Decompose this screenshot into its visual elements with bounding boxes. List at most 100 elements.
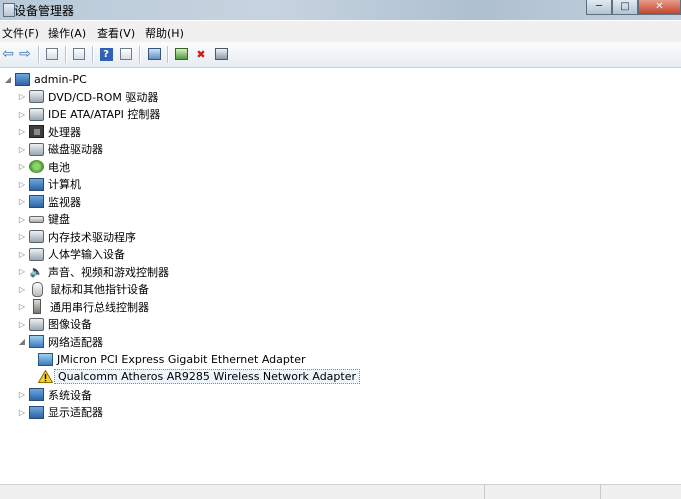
tree-item[interactable]: ▷ 键盘 bbox=[18, 211, 70, 228]
network-adapter-icon bbox=[29, 335, 44, 348]
tree-child-item-selected[interactable]: Qualcomm Atheros AR9285 Wireless Network… bbox=[38, 368, 360, 385]
tree-item[interactable]: ▷ 电池 bbox=[18, 158, 70, 175]
expand-toggle[interactable]: ▷ bbox=[18, 110, 26, 119]
battery-icon bbox=[29, 160, 44, 173]
expand-toggle[interactable]: ▷ bbox=[18, 267, 26, 276]
tree-item-label: 网络适配器 bbox=[48, 335, 103, 349]
title-bar: 设备管理器 ─ □ ✕ bbox=[0, 0, 681, 20]
status-bar bbox=[0, 484, 681, 499]
tree-item-label: DVD/CD-ROM 驱动器 bbox=[48, 90, 159, 104]
close-button[interactable]: ✕ bbox=[638, 0, 681, 15]
forward-button[interactable]: ⇨ bbox=[17, 46, 33, 62]
tree-item[interactable]: ▷ 系统设备 bbox=[18, 386, 92, 403]
tree-item-label: 键盘 bbox=[48, 213, 70, 226]
tree-item[interactable]: ▷ DVD/CD-ROM 驱动器 bbox=[18, 88, 158, 105]
update-driver-button[interactable] bbox=[173, 46, 189, 62]
menu-action[interactable]: 操作(A) bbox=[48, 25, 86, 41]
expand-toggle[interactable]: ▷ bbox=[18, 320, 26, 329]
tree-item[interactable]: ▷ 内存技术驱动程序 bbox=[18, 228, 136, 245]
ide-controller-icon bbox=[29, 107, 44, 121]
warning-icon bbox=[38, 370, 53, 383]
expand-toggle[interactable]: ▷ bbox=[18, 250, 26, 259]
processor-icon bbox=[29, 125, 44, 138]
toolbar-separator bbox=[38, 46, 40, 63]
tree-root-label: admin-PC bbox=[34, 73, 87, 86]
show-view-button[interactable] bbox=[118, 46, 134, 62]
monitor-icon bbox=[29, 195, 44, 208]
expand-toggle[interactable]: ▷ bbox=[18, 390, 26, 399]
disable-device-icon bbox=[214, 48, 228, 60]
scan-hardware-button[interactable] bbox=[146, 46, 162, 62]
keyboard-icon bbox=[29, 215, 44, 223]
maximize-button[interactable]: □ bbox=[612, 0, 638, 15]
window-controls: ─ □ ✕ bbox=[586, 0, 681, 16]
view-icon bbox=[120, 48, 132, 60]
computer-root-icon bbox=[15, 73, 30, 86]
expand-toggle[interactable]: ▷ bbox=[18, 302, 26, 311]
show-hide-console-tree-button[interactable] bbox=[44, 46, 60, 62]
tree-item[interactable]: ▷ 监视器 bbox=[18, 193, 81, 210]
expand-toggle[interactable]: ▷ bbox=[18, 285, 26, 294]
window-title: 设备管理器 bbox=[14, 4, 75, 18]
computer-icon bbox=[29, 177, 44, 191]
tree-item-label: 显示适配器 bbox=[48, 406, 103, 419]
tree-item[interactable]: ▷ 处理器 bbox=[18, 123, 81, 140]
toolbar-separator bbox=[139, 46, 141, 63]
toolbar-separator bbox=[65, 46, 67, 63]
menu-bar: 文件(F) 操作(A) 查看(V) 帮助(H) bbox=[0, 21, 681, 43]
tree-item[interactable]: ▷ 磁盘驱动器 bbox=[18, 141, 103, 158]
tree-item-label: JMicron PCI Express Gigabit Ethernet Ada… bbox=[57, 352, 306, 366]
tree-item[interactable]: ▷ 人体学输入设备 bbox=[18, 246, 125, 263]
expand-toggle[interactable]: ▷ bbox=[18, 180, 26, 189]
tree-child-item[interactable]: JMicron PCI Express Gigabit Ethernet Ada… bbox=[38, 351, 306, 368]
back-button[interactable]: ⇦ bbox=[0, 46, 16, 62]
expand-toggle[interactable]: ▷ bbox=[18, 215, 26, 224]
tree-item[interactable]: ▷ 图像设备 bbox=[18, 316, 92, 333]
expand-toggle[interactable]: ▷ bbox=[18, 145, 26, 154]
tree-item-label: Qualcomm Atheros AR9285 Wireless Network… bbox=[54, 369, 360, 384]
help-button[interactable]: ? bbox=[98, 46, 114, 62]
menu-view[interactable]: 查看(V) bbox=[97, 25, 135, 41]
device-tree: ◢ admin-PC ▷ DVD/CD-ROM 驱动器 ▷ IDE ATA/AT… bbox=[0, 68, 681, 484]
tree-item[interactable]: ▷ 计算机 bbox=[18, 176, 81, 193]
help-icon: ? bbox=[99, 47, 113, 61]
minimize-button[interactable]: ─ bbox=[586, 0, 612, 15]
toolbar-separator bbox=[167, 46, 169, 63]
menu-help[interactable]: 帮助(H) bbox=[145, 25, 184, 41]
expand-toggle[interactable]: ◢ bbox=[4, 75, 12, 84]
tree-item-label: 磁盘驱动器 bbox=[48, 143, 103, 156]
properties-button[interactable] bbox=[71, 46, 87, 62]
expand-toggle[interactable]: ▷ bbox=[18, 162, 26, 171]
usb-icon bbox=[33, 299, 41, 314]
system-device-icon bbox=[29, 388, 44, 401]
memory-technology-icon bbox=[29, 230, 44, 243]
tree-item-label: 声音、视频和游戏控制器 bbox=[48, 265, 169, 279]
disable-device-button[interactable] bbox=[213, 46, 229, 62]
expand-toggle[interactable]: ▷ bbox=[18, 408, 26, 417]
tree-item-label: 处理器 bbox=[48, 125, 81, 139]
tree-item[interactable]: ▷ 🔈 声音、视频和游戏控制器 bbox=[18, 263, 169, 280]
tree-item[interactable]: ▷ 鼠标和其他指针设备 bbox=[18, 281, 149, 298]
menu-file[interactable]: 文件(F) bbox=[2, 25, 39, 41]
expand-toggle[interactable]: ▷ bbox=[18, 232, 26, 241]
tree-item[interactable]: ◢ 网络适配器 bbox=[18, 333, 103, 350]
expand-toggle[interactable]: ▷ bbox=[18, 92, 26, 101]
tree-item[interactable]: ▷ 显示适配器 bbox=[18, 404, 103, 421]
tree-item[interactable]: ▷ IDE ATA/ATAPI 控制器 bbox=[18, 106, 160, 123]
properties-icon bbox=[73, 48, 85, 60]
tree-item[interactable]: ▷ 通用串行总线控制器 bbox=[18, 298, 149, 315]
scan-hardware-icon bbox=[147, 48, 161, 60]
tree-item-label: 通用串行总线控制器 bbox=[50, 300, 149, 314]
expand-toggle[interactable]: ◢ bbox=[18, 337, 26, 346]
toolbar: ⇦ ⇨ ? ✖ bbox=[0, 42, 681, 68]
tree-root[interactable]: ◢ admin-PC bbox=[4, 71, 87, 88]
toolbar-separator bbox=[92, 46, 94, 63]
uninstall-button[interactable]: ✖ bbox=[193, 46, 209, 62]
tree-item-label: 监视器 bbox=[48, 195, 81, 209]
tree-item-label: 图像设备 bbox=[48, 318, 92, 331]
expand-toggle[interactable]: ▷ bbox=[18, 127, 26, 136]
imaging-device-icon bbox=[29, 317, 44, 331]
expand-toggle[interactable]: ▷ bbox=[18, 197, 26, 206]
tree-item-label: 计算机 bbox=[48, 178, 81, 191]
update-driver-icon bbox=[174, 48, 188, 60]
